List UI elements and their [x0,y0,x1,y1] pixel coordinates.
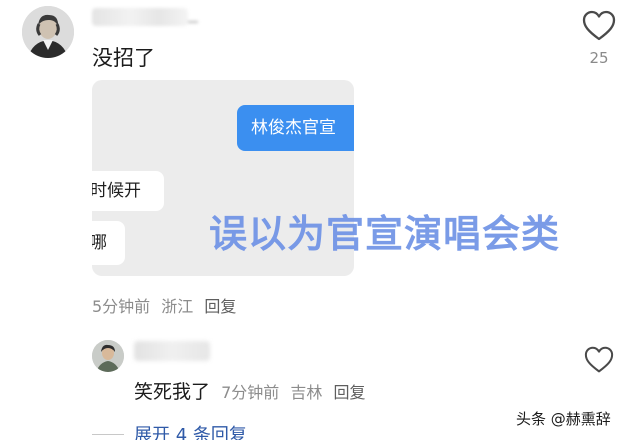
portrait-avatar-image [22,6,74,58]
expand-divider [92,434,124,435]
comment-text: 没招了 [92,46,155,70]
reply-like-button[interactable] [584,346,614,374]
like-button[interactable] [582,10,616,42]
reply-button[interactable]: 回复 [204,297,236,316]
reply-meta: 7分钟前 吉林 回复 [221,383,371,402]
comment-time: 5分钟前 [92,297,151,316]
commenter-avatar[interactable] [22,6,74,58]
comment-thread: 没招了 25 林俊杰官宣 时候开 哪 误以为官宣演唱会类 5分钟前 浙江 回复 … [0,0,640,440]
reply-reply-button[interactable]: 回复 [334,383,366,402]
reply-time: 7分钟前 [221,383,280,402]
reply-comment: 笑死我了 7分钟前 吉林 回复 [134,377,372,404]
comment-location: 浙江 [161,297,194,316]
chat-bubble-sent: 林俊杰官宣 [237,105,354,151]
person-avatar-image [92,340,124,372]
like-count: 25 [589,49,609,67]
comment-meta: 5分钟前 浙江 回复 [92,293,242,317]
chat-bubble-received: 时候开 [92,171,164,211]
image-overlay-caption: 误以为官宣演唱会类 [209,212,561,256]
expand-replies-button[interactable]: 展开 4 条回复 [134,421,247,440]
reply-text: 笑死我了 [134,381,211,403]
heart-outline-icon [584,346,614,373]
chat-bubble-received: 哪 [92,221,125,265]
heart-outline-icon [582,10,616,41]
watermark: 头条 @赫熏辞 [516,410,611,428]
reply-avatar[interactable] [92,340,124,372]
reply-username-blurred[interactable] [134,341,210,361]
commenter-username-blurred[interactable] [92,8,198,26]
reply-location: 吉林 [290,383,323,402]
